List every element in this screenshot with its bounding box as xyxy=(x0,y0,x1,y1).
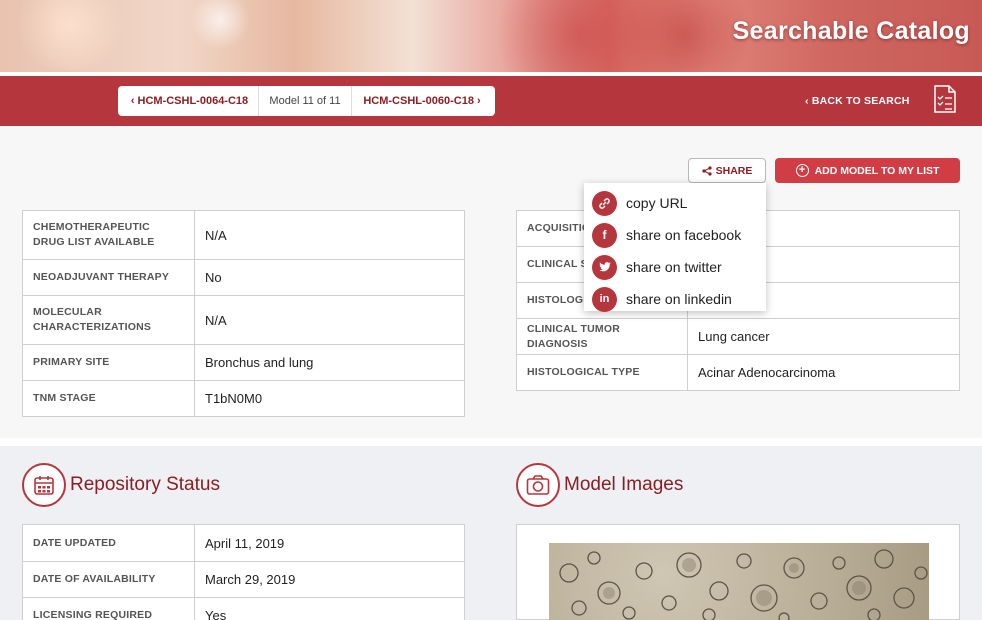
table-row: LICENSING REQUIRED Yes xyxy=(22,597,465,620)
row-key: DATE OF AVAILABILITY xyxy=(22,561,195,598)
row-value: No xyxy=(194,259,465,296)
table-row: MOLECULAR CHARACTERIZATIONS N/A xyxy=(22,295,465,345)
row-value: Bronchus and lung xyxy=(194,344,465,381)
model-position: Model 11 of 11 xyxy=(259,86,352,116)
plus-circle-icon: + xyxy=(795,164,809,177)
copy-url-label: copy URL xyxy=(626,195,688,211)
model-image[interactable] xyxy=(549,543,929,620)
table-row: CHEMOTHERAPEUTIC DRUG LIST AVAILABLE N/A xyxy=(22,210,465,260)
share-twitter[interactable]: share on twitter xyxy=(584,251,766,283)
facebook-label: share on facebook xyxy=(626,227,742,243)
model-pager: ‹ HCM-CSHL-0064-C18 Model 11 of 11 HCM-C… xyxy=(118,86,495,116)
document-list-icon[interactable] xyxy=(934,85,956,113)
camera-icon xyxy=(516,463,560,507)
chevron-left-icon: ‹ xyxy=(805,95,812,107)
table-row: NEOADJUVANT THERAPY No xyxy=(22,259,465,296)
row-value: Lung cancer xyxy=(687,318,960,355)
share-facebook[interactable]: f share on facebook xyxy=(584,219,766,251)
table-row: DATE UPDATED April 11, 2019 xyxy=(22,524,465,562)
row-key: PRIMARY SITE xyxy=(22,344,195,381)
row-value: N/A xyxy=(194,210,465,260)
row-value: T1bN0M0 xyxy=(194,380,465,417)
row-key: CHEMOTHERAPEUTIC DRUG LIST AVAILABLE xyxy=(22,210,195,260)
row-key: TNM STAGE xyxy=(22,380,195,417)
table-row: PRIMARY SITE Bronchus and lung xyxy=(22,344,465,381)
row-key: DATE UPDATED xyxy=(22,524,195,562)
share-copy-url[interactable]: copy URL xyxy=(584,187,766,219)
hero-banner: Searchable Catalog xyxy=(0,0,982,72)
row-key: HISTOLOGICAL TYPE xyxy=(516,354,688,391)
next-model-label: HCM-CSHL-0060-C18 xyxy=(363,95,474,107)
row-value: Acinar Adenocarcinoma xyxy=(687,354,960,391)
model-images-heading: Model Images xyxy=(516,463,683,507)
share-dropdown: copy URL f share on facebook share on tw… xyxy=(584,183,766,312)
banner-decoration xyxy=(10,0,130,70)
share-linkedin[interactable]: in share on linkedin xyxy=(584,283,766,315)
row-key: CLINICAL TUMOR DIAGNOSIS xyxy=(516,318,688,355)
previous-model-link[interactable]: ‹ HCM-CSHL-0064-C18 xyxy=(118,86,259,116)
linkedin-icon: in xyxy=(592,286,617,312)
add-model-button[interactable]: + ADD MODEL TO MY LIST xyxy=(775,158,960,183)
row-key: MOLECULAR CHARACTERIZATIONS xyxy=(22,295,195,345)
linkedin-label: share on linkedin xyxy=(626,291,732,307)
table-row: CLINICAL TUMOR DIAGNOSIS Lung cancer xyxy=(516,318,960,355)
row-value: March 29, 2019 xyxy=(194,561,465,598)
facebook-icon: f xyxy=(592,222,617,248)
clinical-info-table: CHEMOTHERAPEUTIC DRUG LIST AVAILABLE N/A… xyxy=(22,210,465,417)
row-key: NEOADJUVANT THERAPY xyxy=(22,259,195,296)
share-icon xyxy=(702,165,712,176)
twitter-icon xyxy=(592,254,617,280)
next-model-link[interactable]: HCM-CSHL-0060-C18 › xyxy=(352,86,495,116)
model-image-panel xyxy=(516,524,960,620)
table-row: HISTOLOGICAL TYPE Acinar Adenocarcinoma xyxy=(516,354,960,391)
add-model-label: ADD MODEL TO MY LIST xyxy=(814,164,940,177)
calendar-icon xyxy=(22,463,66,507)
link-icon xyxy=(592,190,617,216)
repository-status-table: DATE UPDATED April 11, 2019 DATE OF AVAI… xyxy=(22,524,465,620)
previous-model-label: HCM-CSHL-0064-C18 xyxy=(137,95,249,107)
row-value: April 11, 2019 xyxy=(194,524,465,562)
banner-decoration xyxy=(190,0,250,50)
back-to-search-label: BACK TO SEARCH xyxy=(811,95,910,107)
repository-status-title: Repository Status xyxy=(70,474,220,495)
share-label: SHARE xyxy=(715,164,753,177)
back-to-search-link[interactable]: ‹ BACK TO SEARCH xyxy=(805,95,910,107)
organoid-micrograph xyxy=(559,549,928,620)
table-row: DATE OF AVAILABILITY March 29, 2019 xyxy=(22,561,465,598)
page-title: Searchable Catalog xyxy=(732,17,970,45)
model-images-title: Model Images xyxy=(564,474,684,495)
table-row: TNM STAGE T1bN0M0 xyxy=(22,380,465,417)
row-value: N/A xyxy=(194,295,465,345)
twitter-label: share on twitter xyxy=(626,259,722,275)
share-button[interactable]: SHARE xyxy=(688,158,766,183)
chevron-left-icon: ‹ xyxy=(130,95,135,107)
row-key: LICENSING REQUIRED xyxy=(22,597,195,620)
row-value: Yes xyxy=(194,597,465,620)
repository-status-heading: Repository Status xyxy=(22,463,220,507)
chevron-right-icon: › xyxy=(476,95,481,107)
